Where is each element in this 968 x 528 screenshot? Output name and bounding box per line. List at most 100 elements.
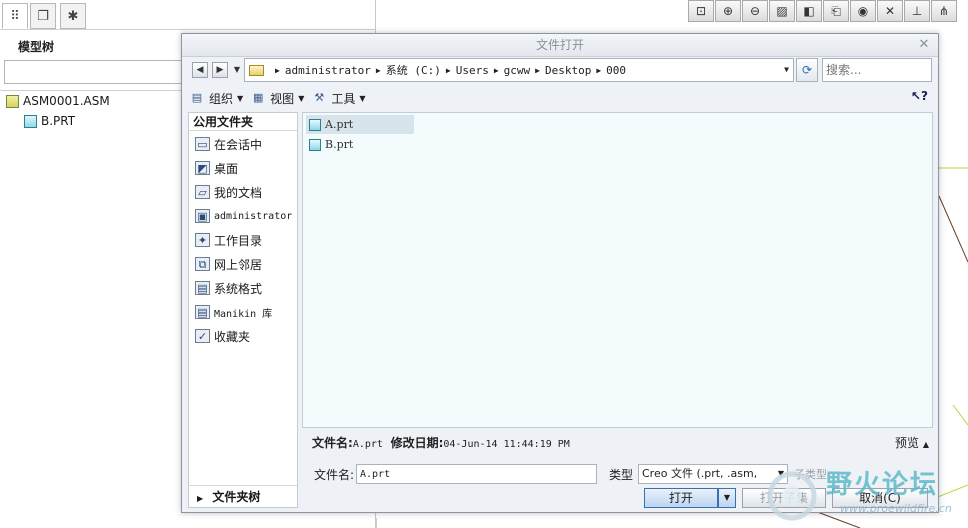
- info-name-value: A.prt: [352, 439, 383, 450]
- folder-tree-toggle[interactable]: ▶ 文件夹树: [189, 485, 297, 507]
- tree-item-label: ASM0001.ASM: [23, 94, 110, 108]
- open-button[interactable]: 打开: [644, 488, 718, 508]
- sidebar-item-in-session[interactable]: ▭ 在会话中: [195, 135, 262, 153]
- part-file-icon: [309, 118, 321, 131]
- favorites-icon: ✓: [195, 329, 210, 343]
- point-display-icon[interactable]: ⋔: [931, 0, 957, 22]
- monitor-icon: ▭: [195, 137, 210, 151]
- assembly-icon: [6, 94, 19, 108]
- axis-display-icon[interactable]: ⊥: [904, 0, 930, 22]
- sidebar-item-label: 网上邻居: [214, 257, 263, 272]
- folder-icon: [249, 64, 264, 76]
- cancel-button[interactable]: 取消(C): [832, 488, 928, 508]
- help-icon[interactable]: ↖?: [911, 89, 928, 103]
- sidebar-item-label: 我的文档: [214, 185, 263, 200]
- documents-icon: ▱: [195, 185, 210, 199]
- camera-icon[interactable]: ◉: [850, 0, 876, 22]
- breadcrumb-item[interactable]: gcww: [504, 64, 531, 77]
- breadcrumb-item[interactable]: Desktop: [545, 64, 591, 77]
- breadcrumb-separator-icon: ▶: [275, 65, 280, 75]
- filename-input[interactable]: [356, 464, 597, 484]
- breadcrumb-item[interactable]: 000: [606, 64, 626, 77]
- close-icon[interactable]: ✕: [916, 37, 932, 53]
- file-open-dialog: 文件打开 ✕ ◀ ▶ ▼ ▶ administrator ▶ 系统 (C:) ▶…: [181, 33, 939, 513]
- sidebar-item-label: Manikin 库: [214, 308, 273, 320]
- breadcrumb-item[interactable]: administrator: [285, 64, 371, 77]
- address-dropdown-icon[interactable]: ▼: [784, 59, 789, 81]
- model-tree-tab-icon[interactable]: ⠿: [2, 3, 28, 29]
- organize-icon: ▤: [191, 91, 203, 104]
- breadcrumb-item[interactable]: Users: [456, 64, 489, 77]
- address-bar[interactable]: ▶ administrator ▶ 系统 (C:) ▶ Users ▶ gcww…: [244, 58, 794, 82]
- breadcrumb-separator-icon: ▶: [375, 65, 381, 75]
- file-info-bar: 文件名:A.prt 修改日期:04-Jun-14 11:44:19 PM 预览 …: [302, 432, 933, 454]
- tools-menu-button[interactable]: ⚒ 工具 ▼: [312, 90, 365, 107]
- type-label: 类型: [609, 468, 634, 482]
- breadcrumb-separator-icon: ▶: [493, 65, 499, 75]
- favorites-tab-icon[interactable]: ✱: [60, 3, 86, 29]
- file-name: A.prt: [325, 118, 354, 131]
- sidebar-item-desktop[interactable]: ◩ 桌面: [195, 159, 238, 177]
- view-menu-button[interactable]: ▦ 视图 ▼: [251, 90, 304, 107]
- common-folders-panel: 公用文件夹 ▭ 在会话中 ◩ 桌面 ▱ 我的文档 ▣ administrator…: [188, 112, 298, 508]
- common-folders-header: 公用文件夹: [189, 113, 297, 131]
- zoom-out-icon[interactable]: ⊖: [742, 0, 768, 22]
- sidebar-item-system-formats[interactable]: ▤ 系统格式: [195, 279, 262, 297]
- sidebar-item-label: 桌面: [214, 161, 239, 176]
- repaint-icon[interactable]: ▨: [769, 0, 795, 22]
- part-icon: [24, 114, 37, 128]
- open-subset-button[interactable]: 打开子集: [742, 488, 826, 508]
- forward-arrow-icon[interactable]: ▶: [212, 62, 228, 78]
- chevron-down-icon: ▼: [777, 469, 784, 478]
- zoom-fit-icon[interactable]: ⊡: [688, 0, 714, 22]
- breadcrumb-separator-icon: ▶: [535, 65, 540, 75]
- info-date-label: 修改日期:: [390, 436, 444, 450]
- breadcrumb-separator-icon: ▶: [445, 65, 451, 75]
- sidebar-item-label: 工作目录: [214, 233, 263, 248]
- sidebar-item-working-directory[interactable]: ✦ 工作目录: [195, 231, 262, 249]
- back-arrow-icon[interactable]: ◀: [192, 62, 208, 78]
- saved-views-icon[interactable]: ⎗: [823, 0, 849, 22]
- sidebar-item-my-documents[interactable]: ▱ 我的文档: [195, 183, 262, 201]
- model-tree-tabs: ⠿ ❐ ✱: [0, 0, 376, 30]
- file-list[interactable]: A.prt B.prt: [302, 112, 933, 428]
- sidebar-item-label: 在会话中: [214, 137, 263, 152]
- display-style-icon[interactable]: ◧: [796, 0, 822, 22]
- dialog-toolbar: ▤ 组织 ▼ ▦ 视图 ▼ ⚒ 工具 ▼: [190, 88, 374, 108]
- expand-triangle-icon: ▶: [197, 494, 204, 503]
- history-dropdown-icon[interactable]: ▼: [232, 62, 242, 78]
- refresh-icon[interactable]: ⟳: [796, 58, 818, 82]
- preview-label: 预览: [895, 436, 920, 450]
- file-item[interactable]: A.prt: [306, 115, 414, 134]
- subtype-label: 子类型: [794, 468, 827, 481]
- part-file-icon: [309, 138, 321, 151]
- tree-item-asm[interactable]: ASM0001.ASM: [6, 92, 110, 110]
- sidebar-item-manikin-library[interactable]: ▤ Manikin 库: [195, 303, 272, 321]
- zoom-in-icon[interactable]: ⊕: [715, 0, 741, 22]
- view-grid-icon: ▦: [252, 91, 264, 104]
- sidebar-item-network[interactable]: ⧉ 网上邻居: [195, 255, 262, 273]
- organize-menu-button[interactable]: ▤ 组织 ▼: [190, 90, 243, 107]
- sidebar-item-administrator[interactable]: ▣ administrator: [195, 207, 292, 225]
- file-type-select[interactable]: Creo 文件 (.prt, .asm, ▼: [638, 464, 788, 484]
- breadcrumb-separator-icon: ▶: [596, 65, 602, 75]
- datum-display-icon[interactable]: ✕: [877, 0, 903, 22]
- breadcrumb-item[interactable]: 系统 (C:): [386, 62, 441, 78]
- folder-tree-label: 文件夹树: [212, 490, 261, 504]
- sidebar-item-favorites[interactable]: ✓ 收藏夹: [195, 327, 250, 345]
- file-item[interactable]: B.prt: [306, 135, 414, 154]
- search-input[interactable]: [822, 58, 932, 82]
- view-toolbar: ⊡ ⊕ ⊖ ▨ ◧ ⎗ ◉ ✕ ⊥ ⋔: [688, 0, 968, 22]
- tree-item-label: B.PRT: [41, 114, 76, 128]
- sidebar-item-label: administrator: [214, 210, 293, 222]
- info-name-label: 文件名:: [312, 436, 353, 450]
- preview-toggle[interactable]: 预览 ▲: [895, 432, 929, 456]
- manikin-library-icon: ▤: [195, 305, 210, 319]
- open-options-dropdown-icon[interactable]: ▼: [718, 488, 736, 508]
- chevron-up-icon: ▲: [922, 440, 929, 449]
- view-label: 视图: [270, 91, 295, 106]
- layers-tab-icon[interactable]: ❐: [30, 3, 56, 29]
- info-date-value: 04-Jun-14 11:44:19 PM: [443, 439, 570, 450]
- computer-icon: ▣: [195, 209, 210, 223]
- tree-item-prt[interactable]: B.PRT: [24, 112, 75, 130]
